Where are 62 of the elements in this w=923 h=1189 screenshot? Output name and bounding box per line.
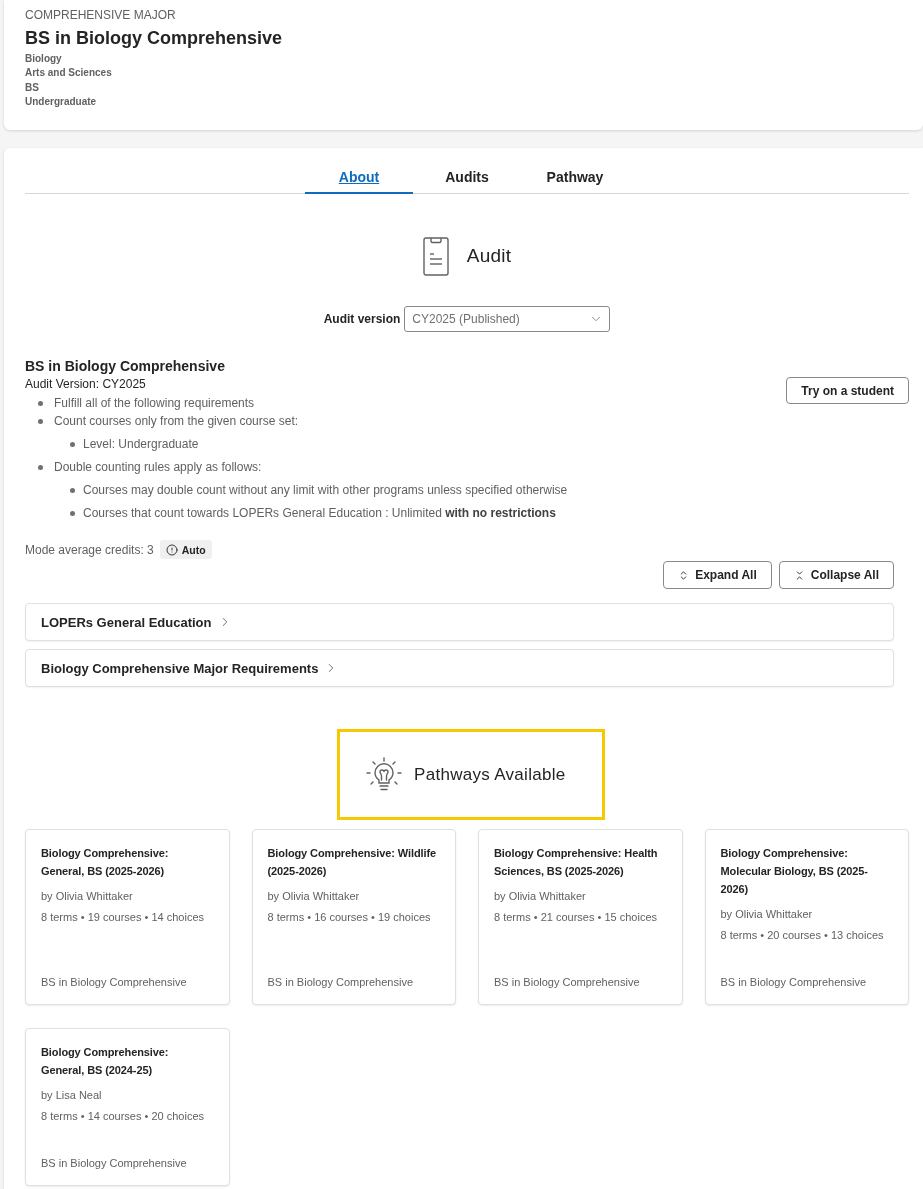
stats-text: 8 terms • 20 courses • 13 choices <box>720 928 884 943</box>
bullet-icon <box>70 441 75 447</box>
program-text: BS in Biology Comprehensive <box>494 975 640 990</box>
tab[interactable]: Audits <box>413 162 521 194</box>
rule-text: Level: Undergraduate <box>83 436 199 453</box>
category-label: COMPREHENSIVE MAJOR <box>25 7 176 23</box>
badge-label: Auto <box>181 543 206 556</box>
stats-text: 8 terms • 14 courses • 20 choices <box>41 1109 204 1124</box>
section-accordion[interactable]: LOPERs General Education <box>25 603 894 641</box>
program-text: BS in Biology Comprehensive <box>720 975 867 990</box>
section-heading: Audit <box>466 244 512 268</box>
program-text: BS in Biology Comprehensive <box>41 1156 187 1171</box>
section-heading: Pathways Available <box>414 763 566 786</box>
rule-text: Courses may double count without any limit with other programs unless specified otherwise <box>83 482 568 499</box>
program-text: BS in Biology Comprehensive <box>41 975 187 990</box>
bullet-icon <box>38 400 43 406</box>
author-text: by Lisa Neal <box>41 1088 102 1103</box>
author-text: by Olivia Whittaker <box>494 889 586 904</box>
card-title: Biology Comprehensive: General, BS (2024-25) <box>41 1045 170 1078</box>
bullet-icon <box>70 487 75 493</box>
pathway-card[interactable]: Biology Comprehensive: Health Sciences, BS (2025-2026) by Olivia Whittaker 8 terms • 21 courses • 15 choices BS in Biology Comprehensive <box>478 829 683 1005</box>
field-label: Audit version <box>323 312 401 326</box>
card-title: Biology Comprehensive: Wildlife (2025-2026) <box>267 846 438 879</box>
card-title: Biology Comprehensive: Health Sciences, BS (2025-2026) <box>494 846 659 879</box>
tab[interactable]: About <box>305 162 413 194</box>
stats-text: 8 terms • 21 courses • 15 choices <box>494 910 657 925</box>
collapse-all-button[interactable]: Collapse All <box>778 561 894 589</box>
try-on-student-button[interactable]: Try on a student <box>786 377 909 404</box>
stats-text: 8 terms • 19 courses • 14 choices <box>41 910 204 925</box>
detail-text: Arts and Sciences <box>25 66 112 81</box>
lightbulb-icon <box>366 756 402 793</box>
audit-version-text: Audit Version: CY2025 <box>25 376 146 392</box>
pathway-card[interactable]: Biology Comprehensive: General, BS (2024-25) by Lisa Neal 8 terms • 14 courses • 20 choices BS in Biology Comprehensive <box>25 1028 230 1186</box>
stats-text: 8 terms • 16 courses • 19 choices <box>267 910 431 925</box>
rule-text: Fulfill all of the following requirements <box>54 395 255 412</box>
bullet-icon <box>70 510 75 516</box>
alert-icon <box>165 543 178 556</box>
author-text: by Olivia Whittaker <box>267 889 360 904</box>
card-title: Biology Comprehensive: General, BS (2025-2026) <box>41 846 170 879</box>
program-text: BS in Biology Comprehensive <box>267 975 414 990</box>
rule-text: Courses that count towards LOPERs General Education : Unlimited with no restrictions <box>83 505 556 522</box>
bullet-icon <box>38 418 43 424</box>
pathway-card[interactable]: Biology Comprehensive: Wildlife (2025-2026) by Olivia Whittaker 8 terms • 16 courses • 19 choices BS in Biology Comprehensive <box>251 829 456 1005</box>
bullet-icon <box>38 464 43 470</box>
rule-text: Double counting rules apply as follows: <box>54 459 262 476</box>
tab[interactable]: Pathway <box>521 162 629 194</box>
section-accordion[interactable]: Biology Comprehensive Major Requirements <box>25 649 894 687</box>
expand-all-button[interactable]: Expand All <box>663 561 772 589</box>
author-text: by Olivia Whittaker <box>41 889 133 904</box>
rule-text: Count courses only from the given course set: <box>54 413 299 430</box>
pathway-card[interactable]: Biology Comprehensive: Molecular Biology, BS (2025-2026) by Olivia Whittaker 8 terms • 20 courses • 13 choices BS in Biology Comprehensive <box>704 829 909 1005</box>
mode-credits-text: Mode average credits: 3 <box>25 542 154 557</box>
detail-text: BS <box>25 80 39 95</box>
detail-text: Undergraduate <box>25 95 97 110</box>
pathway-card[interactable]: Biology Comprehensive: General, BS (2025-2026) by Olivia Whittaker 8 terms • 19 courses • 14 choices BS in Biology Comprehensive <box>25 829 230 1005</box>
clipboard-icon <box>422 236 449 276</box>
page-title: BS in Biology Comprehensive <box>25 27 283 50</box>
author-text: by Olivia Whittaker <box>720 907 813 922</box>
card-title: Biology Comprehensive: Molecular Biology, BS (2025-2026) <box>720 846 869 897</box>
audit-version-select[interactable]: CY2025 (Published) <box>404 306 611 332</box>
detail-text: Biology <box>25 52 62 66</box>
audit-title: BS in Biology Comprehensive <box>25 357 225 376</box>
